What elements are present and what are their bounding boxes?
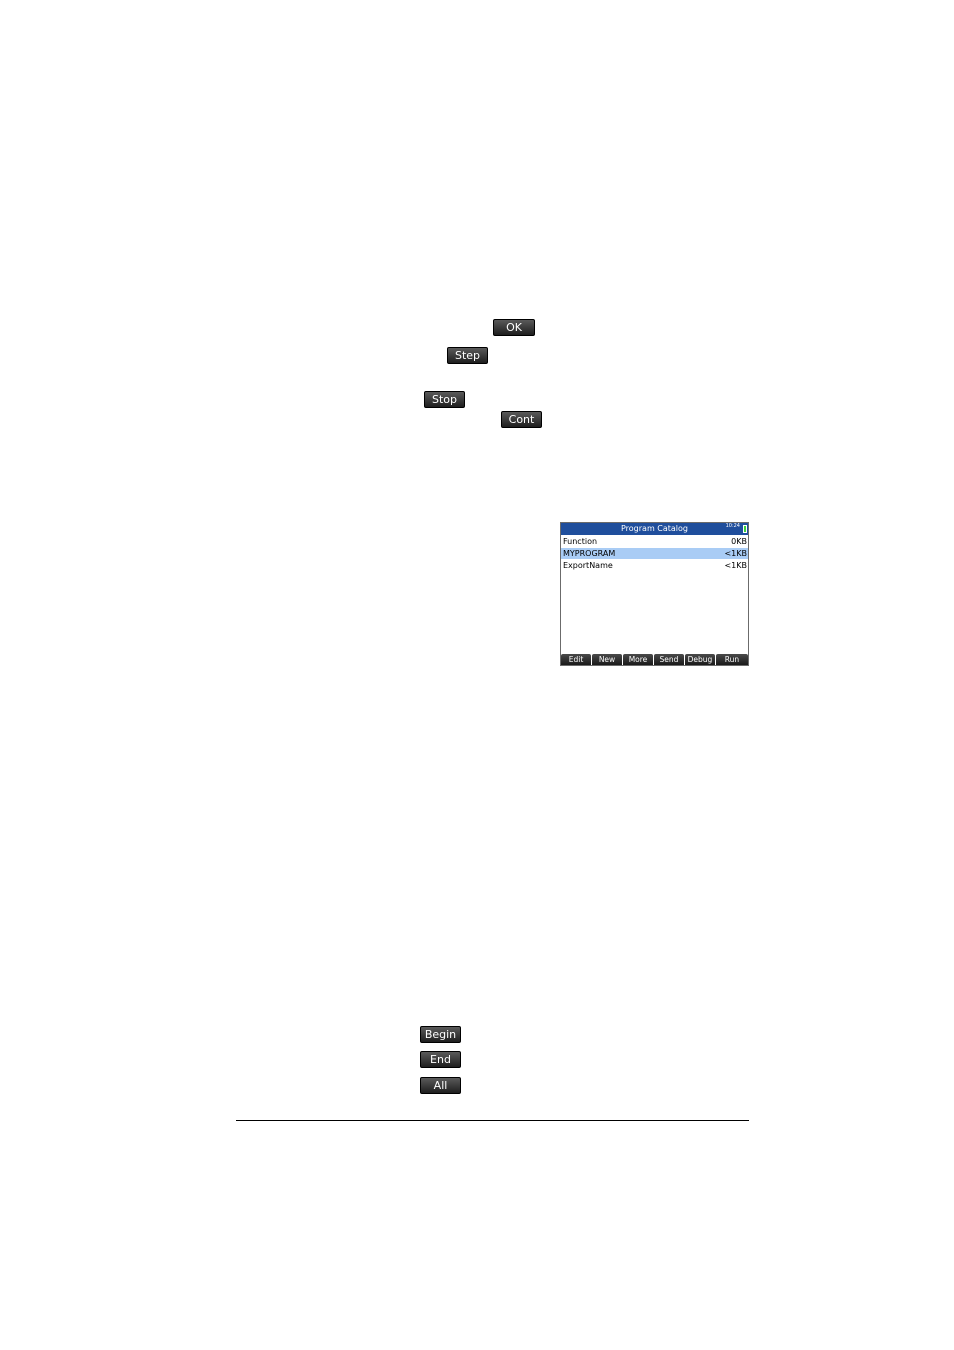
program-size: 0KB <box>731 537 747 546</box>
program-row[interactable]: ExportName <1KB <box>561 560 748 571</box>
program-size: <1KB <box>724 561 747 570</box>
menu-debug-button[interactable]: Debug <box>685 654 715 665</box>
program-size: <1KB <box>724 549 747 558</box>
footer-divider <box>236 1120 749 1121</box>
program-row-selected[interactable]: MYPROGRAM <1KB <box>561 548 748 559</box>
program-name: Function <box>563 537 598 546</box>
menu-run-button[interactable]: Run <box>716 654 748 665</box>
screen-title: Program Catalog <box>620 524 689 533</box>
ok-softkey: OK <box>493 319 535 336</box>
screen-title-bar: Program Catalog <box>561 523 748 535</box>
menu-edit-button[interactable]: Edit <box>561 654 591 665</box>
program-name: MYPROGRAM <box>563 549 616 558</box>
menu-new-button[interactable]: New <box>592 654 622 665</box>
step-softkey: Step <box>447 347 488 364</box>
menu-send-button[interactable]: Send <box>654 654 684 665</box>
menu-more-button[interactable]: More <box>623 654 653 665</box>
cont-softkey: Cont <box>501 411 542 428</box>
stop-softkey: Stop <box>424 391 465 408</box>
end-softkey: End <box>420 1051 461 1068</box>
begin-softkey: Begin <box>420 1026 461 1043</box>
screen-menu-bar: Edit New More Send Debug Run <box>561 653 748 665</box>
program-catalog-screenshot: Program Catalog 10:24 Function 0KB MYPRO… <box>560 522 749 666</box>
battery-icon <box>743 525 747 533</box>
program-row[interactable]: Function 0KB <box>561 536 748 547</box>
screen-clock: 10:24 <box>725 523 740 529</box>
all-softkey: All <box>420 1077 461 1094</box>
program-name: ExportName <box>563 561 613 570</box>
